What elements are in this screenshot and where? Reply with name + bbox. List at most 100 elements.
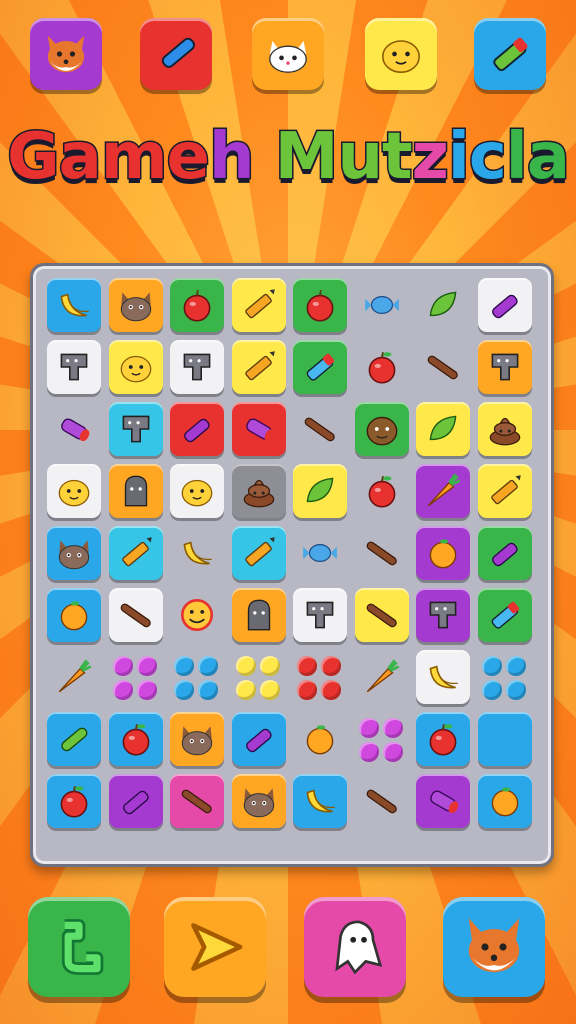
board-tile[interactable] — [355, 464, 409, 518]
board-tile[interactable] — [416, 650, 470, 704]
board-tile[interactable] — [416, 402, 470, 456]
board-tile[interactable] — [293, 588, 347, 642]
stick-icon — [366, 789, 397, 814]
board-tile[interactable] — [293, 402, 347, 456]
cat-button[interactable] — [252, 18, 324, 90]
board-tile[interactable] — [47, 526, 101, 580]
board-tile[interactable] — [477, 278, 532, 332]
board-tile[interactable] — [108, 278, 163, 332]
board-tile[interactable] — [293, 712, 347, 766]
board-tile[interactable] — [108, 464, 163, 518]
board-tile[interactable] — [108, 402, 163, 456]
board-tile[interactable] — [477, 588, 532, 642]
board-tile[interactable] — [416, 774, 470, 828]
fox-button[interactable] — [30, 18, 102, 90]
bubble-dot — [112, 680, 133, 700]
board-tile[interactable] — [231, 774, 286, 828]
stick-icon — [427, 355, 458, 380]
board-tile[interactable] — [231, 588, 286, 642]
board-tile[interactable] — [108, 526, 163, 580]
board-tile[interactable] — [170, 464, 224, 518]
board-tile[interactable] — [416, 526, 470, 580]
board-tile[interactable] — [293, 464, 347, 518]
board-tile[interactable] — [231, 526, 286, 580]
board-tile[interactable] — [354, 588, 409, 642]
marker-button[interactable] — [474, 18, 546, 90]
board-tile[interactable] — [354, 402, 409, 456]
board-tile[interactable] — [170, 402, 224, 456]
board-tile[interactable] — [477, 774, 532, 828]
crayon-icon — [491, 294, 518, 319]
board-tile[interactable] — [47, 774, 101, 828]
board-tile[interactable] — [293, 526, 347, 580]
board-tile[interactable] — [231, 464, 286, 518]
ghost-button[interactable] — [304, 897, 406, 997]
dots-cluster[interactable] — [109, 650, 163, 704]
fox-profile-button[interactable] — [443, 897, 545, 997]
board-tile[interactable] — [477, 464, 532, 518]
board-tile[interactable] — [231, 402, 286, 456]
board-tile[interactable] — [108, 774, 163, 828]
dots-cluster[interactable] — [293, 650, 347, 704]
board-tile[interactable] — [416, 340, 470, 394]
board-tile[interactable] — [231, 712, 286, 766]
chick-button[interactable] — [365, 18, 437, 90]
smiley-icon — [180, 598, 214, 632]
chick-icon — [58, 479, 90, 507]
board-tile[interactable] — [355, 278, 409, 332]
board-tile[interactable] — [231, 278, 286, 332]
board-tile[interactable] — [170, 588, 224, 642]
board-tile[interactable] — [170, 712, 224, 766]
cat-icon — [269, 41, 307, 73]
board-tile[interactable] — [108, 340, 163, 394]
board-tile[interactable] — [416, 464, 470, 518]
board-tile[interactable] — [355, 526, 409, 580]
bubble-dot — [358, 718, 379, 738]
board-tile[interactable] — [355, 650, 409, 704]
board-tile[interactable] — [477, 340, 532, 394]
board-tile[interactable] — [477, 526, 532, 580]
board-tile[interactable] — [47, 588, 101, 642]
board-tile[interactable] — [47, 340, 101, 394]
marker-icon — [491, 601, 519, 629]
pencil-icon — [244, 351, 275, 381]
board-tile[interactable] — [416, 278, 470, 332]
board-tile[interactable] — [231, 340, 286, 394]
play-button[interactable] — [164, 897, 266, 997]
dots-cluster[interactable] — [232, 650, 286, 704]
board-tile[interactable] — [47, 650, 101, 704]
board-tile[interactable] — [170, 278, 224, 332]
bubble-dot — [382, 742, 403, 762]
board-tile[interactable] — [355, 340, 409, 394]
board-tile[interactable] — [47, 278, 101, 332]
apple-icon — [60, 786, 88, 818]
candy-icon — [364, 295, 399, 315]
cat-icon — [58, 540, 90, 570]
board-tile[interactable] — [108, 712, 163, 766]
board-tile[interactable] — [47, 402, 101, 456]
dots-cluster[interactable] — [478, 650, 532, 704]
board-tile[interactable] — [416, 712, 470, 766]
board-tile[interactable] — [293, 278, 347, 332]
board-tile[interactable] — [416, 588, 470, 642]
board-tile[interactable] — [477, 402, 532, 456]
board-tile[interactable] — [293, 340, 347, 394]
board-tile[interactable] — [47, 712, 101, 766]
board-tile[interactable] — [170, 526, 224, 580]
board-tile[interactable] — [170, 774, 224, 828]
swirl-button[interactable] — [28, 897, 130, 997]
board-tile[interactable] — [47, 464, 101, 518]
poop-icon — [489, 417, 520, 446]
puzzle-icon — [183, 353, 211, 381]
dots-cluster[interactable] — [355, 712, 409, 766]
board-tile[interactable] — [108, 588, 163, 642]
crayon-icon — [184, 418, 210, 443]
board-tile[interactable] — [355, 774, 409, 828]
board-tile[interactable] — [170, 340, 224, 394]
board-tile[interactable] — [477, 712, 532, 766]
crayon-button[interactable] — [140, 18, 212, 90]
board-tile[interactable] — [293, 774, 347, 828]
candy-icon — [303, 543, 337, 563]
bubble-dot — [174, 656, 194, 676]
dots-cluster[interactable] — [170, 650, 224, 704]
